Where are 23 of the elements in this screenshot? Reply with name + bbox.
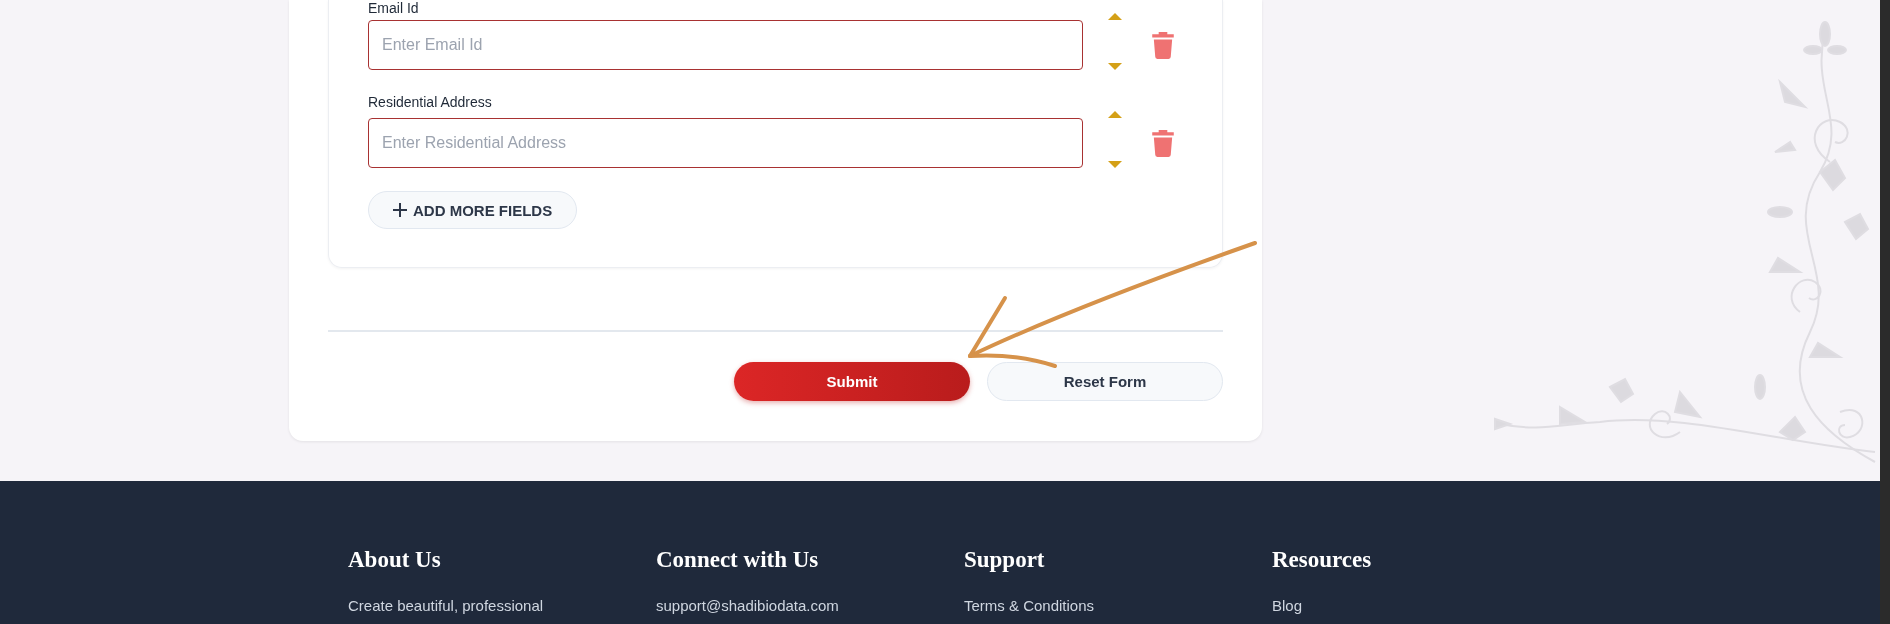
footer-heading: About Us — [348, 547, 442, 573]
field-label: Email Id — [368, 0, 420, 17]
delete-icon[interactable] — [1152, 129, 1174, 157]
text-field[interactable]: Enter Residential Address — [368, 118, 1083, 168]
submit-button[interactable]: Submit — [734, 362, 970, 401]
footer-link[interactable]: support@shadibiodata.com — [656, 597, 964, 614]
plus-icon — [393, 203, 407, 217]
footer-link[interactable]: Blog — [1272, 597, 1580, 614]
field-label: Residential Address — [368, 94, 493, 111]
reset-button[interactable]: Reset Form — [987, 362, 1223, 401]
footer-link[interactable]: Terms & Conditions — [964, 597, 1272, 614]
scrollbar[interactable] — [1880, 0, 1890, 624]
footer-heading: Connect with Us — [656, 547, 820, 573]
footer-heading: Resources — [1272, 547, 1373, 573]
move-up-icon[interactable] — [1108, 13, 1122, 20]
delete-icon[interactable] — [1152, 31, 1174, 59]
move-down-icon[interactable] — [1108, 161, 1122, 168]
footer-link[interactable]: Create beautiful, professional — [348, 597, 656, 614]
text-field[interactable]: Enter Email Id — [368, 20, 1083, 70]
footer-heading: Support — [964, 547, 1046, 573]
move-down-icon[interactable] — [1108, 63, 1122, 70]
add-fields-button[interactable]: ADD MORE FIELDS — [368, 191, 578, 229]
move-up-icon[interactable] — [1108, 111, 1122, 118]
